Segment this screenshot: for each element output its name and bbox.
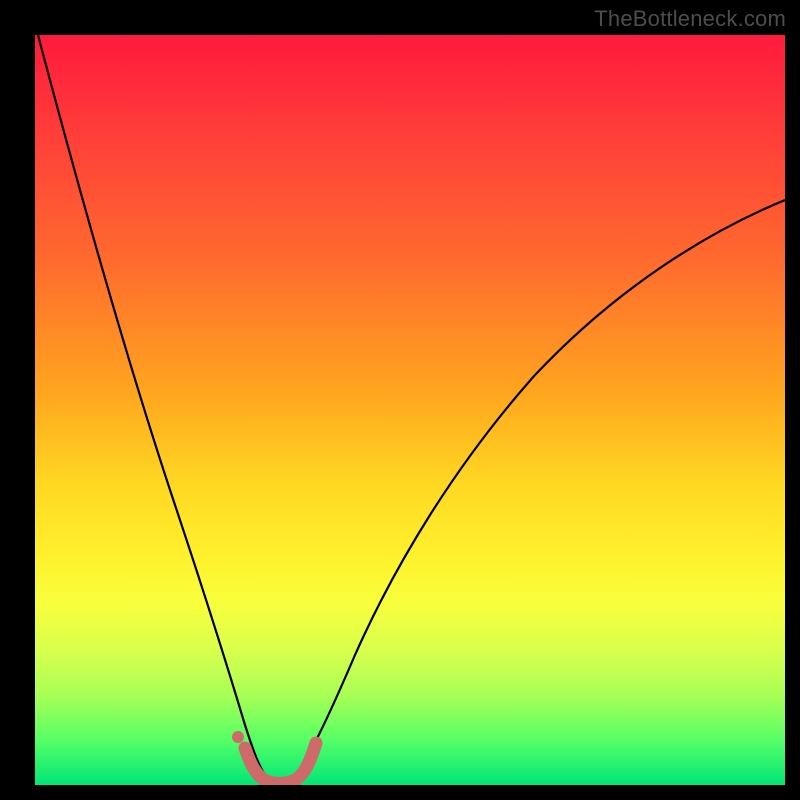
highlight-band: [245, 743, 316, 783]
attribution-text: TheBottleneck.com: [594, 6, 786, 32]
chart-frame: TheBottleneck.com: [0, 0, 800, 800]
bottleneck-curve: [38, 35, 785, 783]
plot-area: [35, 35, 785, 785]
highlight-dot: [232, 731, 244, 743]
curve-layer: [35, 35, 785, 785]
